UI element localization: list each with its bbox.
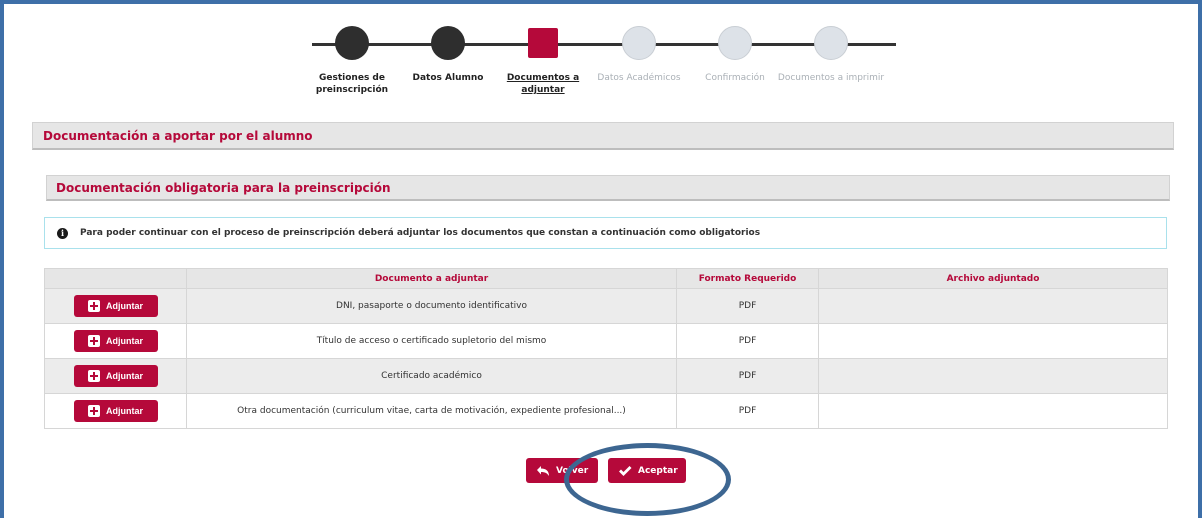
step-label: Gestiones de preinscripción: [315, 73, 389, 95]
step-pending-circle: [814, 26, 848, 60]
alert-message: Para poder continuar con el proceso de p…: [80, 228, 761, 238]
attach-button[interactable]: Adjuntar: [73, 295, 158, 317]
attached-file: [818, 358, 1168, 394]
step-done-circle: [335, 26, 369, 60]
header-formato: Formato Requerido: [676, 268, 819, 289]
table-row: Adjuntar DNI, pasaporte o documento iden…: [44, 288, 1168, 324]
section-title: Documentación a aportar por el alumno: [43, 129, 313, 143]
step-pending-circle: [622, 26, 656, 60]
step-done-circle: [431, 26, 465, 60]
attach-label: Adjuntar: [106, 371, 143, 381]
table-header-row: Documento a adjuntar Formato Requerido A…: [44, 268, 1168, 289]
attach-button[interactable]: Adjuntar: [73, 330, 158, 352]
document-name: Otra documentación (curriculum vitae, ca…: [186, 393, 677, 429]
attach-label: Adjuntar: [106, 301, 143, 311]
table-row: Adjuntar Certificado académico PDF: [44, 358, 1168, 394]
document-name: DNI, pasaporte o documento identificativ…: [186, 288, 677, 324]
action-cell: Adjuntar: [44, 288, 187, 324]
document-name: Título de acceso o certificado supletori…: [186, 323, 677, 359]
document-format: PDF: [676, 288, 819, 324]
table-row: Adjuntar Otra documentación (curriculum …: [44, 393, 1168, 429]
progress-stepper: Gestiones de preinscripción Datos Alumno…: [312, 22, 896, 102]
subsection-title: Documentación obligatoria para la preins…: [56, 181, 391, 195]
info-alert: i Para poder continuar con el proceso de…: [44, 217, 1167, 249]
annotation-ellipse: [564, 443, 731, 516]
step-label: Documentos a adjuntar: [506, 73, 580, 95]
section-header: Documentación a aportar por el alumno: [32, 122, 1174, 150]
attach-label: Adjuntar: [106, 406, 143, 416]
step-label: Documentos a imprimir: [777, 73, 885, 83]
document-format: PDF: [676, 323, 819, 359]
action-cell: Adjuntar: [44, 323, 187, 359]
step-label: Datos Académicos: [597, 73, 681, 83]
step-current-square: [528, 28, 558, 58]
plus-icon: [88, 370, 100, 382]
attached-file: [818, 323, 1168, 359]
stepper-line: [312, 43, 896, 46]
plus-icon: [88, 405, 100, 417]
attach-label: Adjuntar: [106, 336, 143, 346]
attached-file: [818, 288, 1168, 324]
action-cell: Adjuntar: [44, 393, 187, 429]
attached-file: [818, 393, 1168, 429]
table-row: Adjuntar Título de acceso o certificado …: [44, 323, 1168, 359]
attach-button[interactable]: Adjuntar: [73, 400, 158, 422]
header-actions: [44, 268, 187, 289]
header-documento: Documento a adjuntar: [186, 268, 677, 289]
subsection-header: Documentación obligatoria para la preins…: [46, 175, 1170, 201]
action-cell: Adjuntar: [44, 358, 187, 394]
plus-icon: [88, 335, 100, 347]
step-label: Confirmación: [705, 73, 765, 83]
plus-icon: [88, 300, 100, 312]
attach-button[interactable]: Adjuntar: [73, 365, 158, 387]
documents-table: Documento a adjuntar Formato Requerido A…: [44, 268, 1168, 429]
header-archivo: Archivo adjuntado: [818, 268, 1168, 289]
step-label: Datos Alumno: [412, 73, 484, 83]
step-pending-circle: [718, 26, 752, 60]
document-format: PDF: [676, 358, 819, 394]
undo-arrow-icon: [537, 465, 549, 476]
document-name: Certificado académico: [186, 358, 677, 394]
info-icon: i: [57, 228, 68, 239]
document-format: PDF: [676, 393, 819, 429]
